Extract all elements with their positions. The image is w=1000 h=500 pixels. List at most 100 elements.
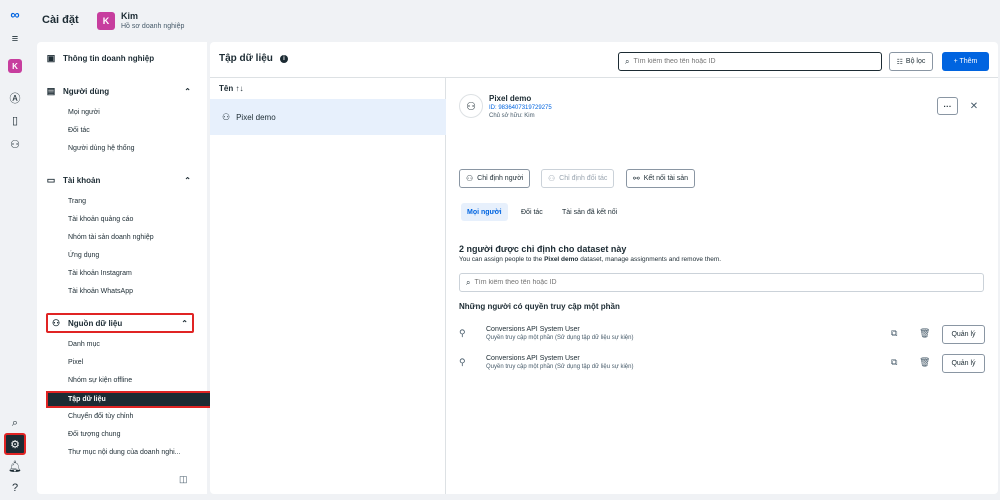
button-label: Chỉ định đối tác [559, 175, 608, 182]
assigned-people-description: You can assign people to the Pixel demo … [459, 256, 721, 263]
sidebar-section-label: Tài khoản [63, 175, 101, 185]
sidebar-item-pixels[interactable]: Pixel [68, 359, 83, 366]
sidebar-item-offline-events[interactable]: Nhóm sự kiện offline [68, 377, 132, 384]
search-icon[interactable]: ⌕ [5, 413, 25, 433]
sidebar-item-partners[interactable]: Đối tác [68, 127, 90, 134]
dataset-detail: ⚇ Pixel demo ID: 9836407319729275 Chủ sở… [447, 78, 998, 494]
meta-logo-icon[interactable]: ∞ [5, 4, 25, 24]
sidebar-item-pages[interactable]: Trang [68, 198, 86, 205]
partner-icon: ⚇ [548, 174, 556, 183]
desc-dataset-name: Pixel demo [544, 256, 579, 263]
list-item[interactable]: ⚇ Pixel demo [210, 99, 446, 135]
search-input[interactable] [633, 58, 854, 65]
user-name: Conversions API System User [486, 355, 580, 362]
trash-icon[interactable]: 🗑︎ [919, 357, 930, 368]
dataset-name: Pixel demo [489, 94, 532, 103]
business-avatar: K [97, 12, 115, 30]
sidebar-item-custom-conversions[interactable]: Chuyển đổi tùy chỉnh [68, 413, 133, 420]
sidebar-section-data-sources[interactable]: ⚇ Nguồn dữ liệu ⌃ [46, 313, 194, 333]
tab-connected-assets[interactable]: Tài sản đã kết nối [556, 203, 623, 221]
sidebar-section-users[interactable]: ▤ Người dùng ⌃ [45, 82, 195, 100]
button-label: Kết nối tài sản [643, 175, 689, 182]
manage-button[interactable]: Quản lý [942, 325, 985, 344]
sidebar-item-asset-groups[interactable]: Nhóm tài sản doanh nghiệp [68, 234, 154, 241]
left-rail: ∞ ≡ K Ⓐ ▯ ⚇ ⌕ ⚙ 🔔︎ ? [0, 0, 30, 500]
dataset-list: Tên ↑↓ ⚇ Pixel demo [210, 78, 446, 494]
menu-icon[interactable]: ≡ [5, 29, 25, 49]
sidebar-item-ad-accounts[interactable]: Tài khoản quảng cáo [68, 216, 133, 223]
open-external-icon[interactable]: ⧉ [891, 328, 897, 339]
assigned-people-heading: 2 người được chỉ định cho dataset này [459, 244, 627, 254]
sidebar-item-catalogs[interactable]: Danh mục [68, 341, 100, 348]
sidebar-item-apps[interactable]: Ứng dụng [68, 252, 99, 259]
tab-people[interactable]: Mọi người [461, 203, 508, 221]
filter-label: Bộ lọc [905, 58, 926, 65]
sidebar-section-label: Người dùng [63, 86, 110, 96]
sidebar-item-business-folders[interactable]: Thư mục nội dung của doanh nghi... [68, 449, 180, 456]
folder-icon: ▭ [46, 174, 56, 185]
sidebar-item-instagram[interactable]: Tài khoản Instagram [68, 270, 132, 277]
page-header: Cài đặt K Kim Hồ sơ doanh nghiệp [30, 0, 1000, 42]
main-panel: Tập dữ liệu i ⌕ ☷ Bộ lọc + Thêm Tên ↑↓ ⚇… [210, 42, 998, 494]
briefcase-icon: ▣ [46, 52, 56, 63]
wrench-icon: ⚲ [459, 328, 466, 338]
dataset-id[interactable]: ID: 9836407319729275 [489, 105, 552, 111]
list-item-label: Pixel demo [236, 112, 276, 122]
pages-icon[interactable]: ▯ [5, 110, 25, 130]
more-options-button[interactable]: ··· [937, 97, 958, 115]
sidebar-item-datasets[interactable]: Tập dữ liệu [46, 391, 234, 408]
ads-icon[interactable]: Ⓐ [5, 88, 25, 108]
open-external-icon[interactable]: ⧉ [891, 357, 897, 368]
sidebar-item-business-info[interactable]: ▣ Thông tin doanh nghiệp [45, 49, 195, 67]
dataset-icon: ⚇ [459, 94, 483, 118]
business-name: Kim [121, 11, 139, 21]
filter-button[interactable]: ☷ Bộ lọc [889, 52, 933, 71]
connect-assets-button[interactable]: ⚯ Kết nối tài sản [626, 169, 696, 188]
sidebar-item-people[interactable]: Mọi người [68, 109, 100, 116]
sidebar-item-system-users[interactable]: Người dùng hệ thống [68, 145, 135, 152]
sidebar-section-accounts[interactable]: ▭ Tài khoản ⌃ [45, 171, 195, 189]
dataset-icon: ⚇ [222, 111, 231, 122]
add-button[interactable]: + Thêm [942, 52, 989, 71]
desc-text: You can assign people to the [459, 256, 545, 263]
page-title: Cài đặt [42, 14, 79, 26]
notifications-bell-icon[interactable]: 🔔︎ [5, 456, 25, 476]
manage-button[interactable]: Quản lý [942, 354, 985, 373]
info-icon[interactable]: i [280, 55, 288, 63]
sidebar-item-whatsapp[interactable]: Tài khoản WhatsApp [68, 288, 133, 295]
data-sources-icon: ⚇ [51, 317, 61, 328]
settings-sidebar: ▣ Thông tin doanh nghiệp ▤ Người dùng ⌃ … [37, 42, 234, 494]
collapse-sidebar-icon[interactable]: ◫ [179, 474, 188, 485]
assign-partner-button[interactable]: ⚇ Chỉ định đối tác [541, 169, 615, 188]
tab-partners[interactable]: Đối tác [515, 203, 549, 221]
settings-gear-icon[interactable]: ⚙ [4, 433, 26, 455]
people-search-box[interactable]: ⌕ [459, 273, 984, 292]
chevron-up-icon: ⌃ [181, 318, 188, 328]
close-icon[interactable]: ✕ [967, 97, 981, 115]
desc-text: dataset, manage assignments and remove t… [578, 256, 722, 263]
partial-access-heading: Những người có quyền truy cập một phần [459, 302, 620, 311]
search-icon: ⌕ [466, 277, 471, 287]
trash-icon[interactable]: 🗑︎ [919, 328, 930, 339]
people-icon[interactable]: ⚇ [5, 134, 25, 154]
column-header-name[interactable]: Tên ↑↓ [219, 84, 243, 93]
sidebar-item-shared-audiences[interactable]: Đối tượng chung [68, 431, 120, 438]
link-icon: ⚯ [633, 174, 640, 183]
user-card-icon: ▤ [46, 85, 56, 96]
person-icon: ⚇ [466, 174, 474, 183]
account-switcher[interactable]: K [5, 56, 25, 76]
user-name: Conversions API System User [486, 326, 580, 333]
people-search-input[interactable] [474, 279, 695, 286]
sidebar-item-label: Thông tin doanh nghiệp [63, 53, 155, 63]
search-icon: ⌕ [625, 56, 630, 66]
account-avatar: K [8, 59, 22, 73]
assign-people-button[interactable]: ⚇ Chỉ định người [459, 169, 531, 188]
user-row: ⚲ Conversions API System User Quyền truy… [459, 352, 986, 378]
help-icon[interactable]: ? [5, 478, 25, 498]
user-row: ⚲ Conversions API System User Quyền truy… [459, 323, 986, 349]
sidebar-section-label: Nguồn dữ liệu [68, 318, 123, 328]
search-box[interactable]: ⌕ [618, 52, 882, 71]
chevron-up-icon: ⌃ [184, 175, 191, 185]
user-access: Quyền truy cập một phần (Sử dụng tập dữ … [486, 364, 634, 370]
section-title: Tập dữ liệu [219, 53, 273, 64]
